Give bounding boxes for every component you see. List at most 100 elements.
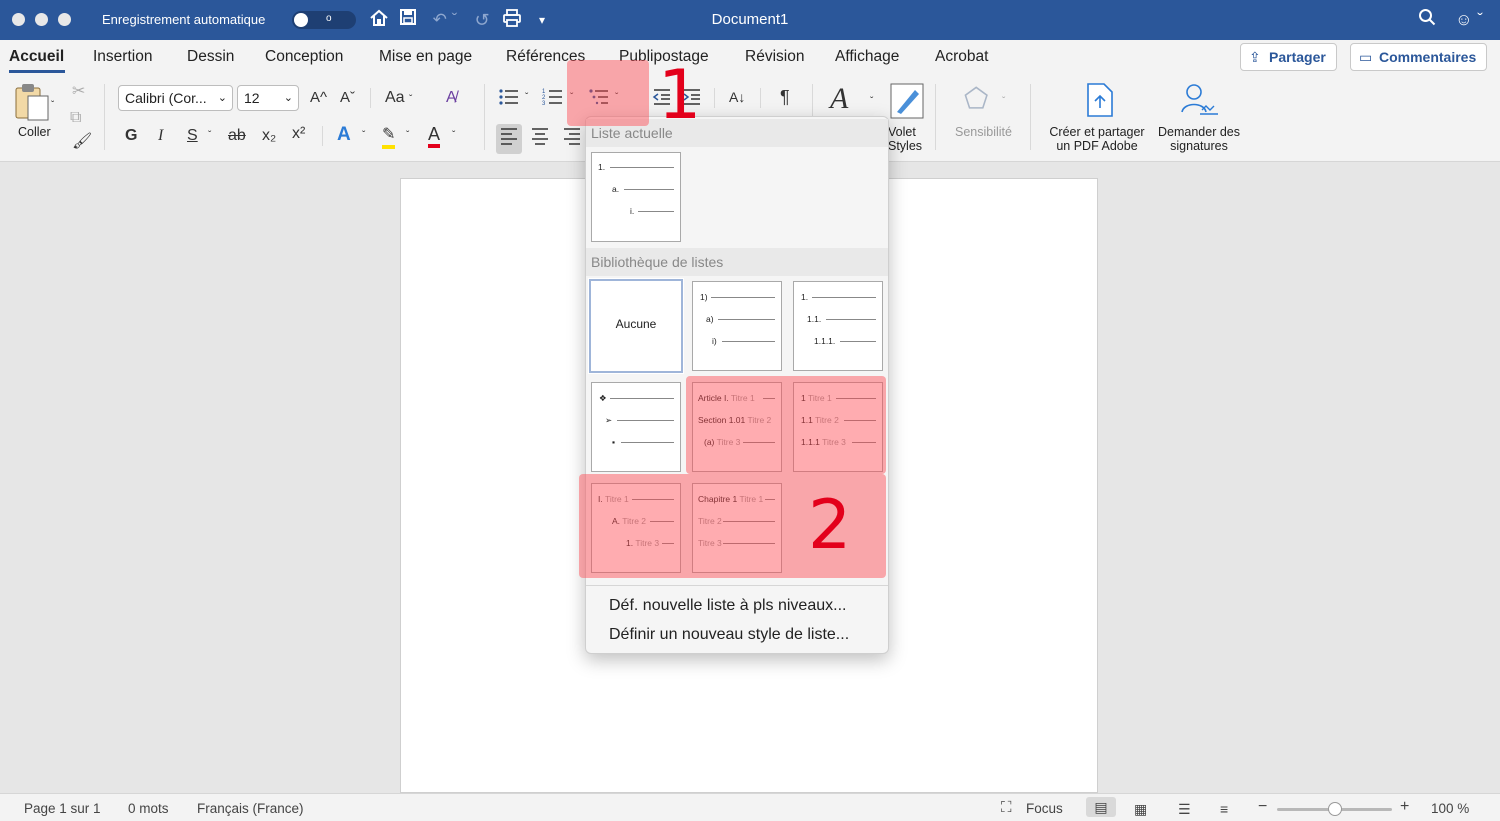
comments-label: Commentaires (1379, 49, 1477, 65)
zoom-out-button[interactable]: − (1258, 798, 1267, 816)
styles-pane-label-1: Volet (888, 125, 916, 139)
chevron-down-icon[interactable]: ˇ (1002, 92, 1005, 112)
sort-icon[interactable]: A↓ (729, 87, 745, 107)
separator (322, 126, 323, 146)
thumb-line (711, 297, 775, 298)
font-size-combo[interactable]: 12 ⌄ (237, 85, 299, 111)
tab-acrobat[interactable]: Acrobat (935, 48, 988, 66)
zoom-level[interactable]: 100 % (1431, 801, 1469, 816)
align-right-icon[interactable] (562, 126, 582, 152)
chevron-down-icon[interactable]: ˇ (870, 92, 873, 112)
cut-icon[interactable]: ✂ (72, 82, 85, 102)
separator (760, 88, 761, 108)
feedback-smiley-icon[interactable]: ☺ ˇ (1452, 8, 1486, 32)
subscript-button[interactable]: x₂ (262, 126, 276, 146)
share-label: Partager (1269, 49, 1326, 65)
tab-revision[interactable]: Révision (745, 48, 804, 66)
thumb-line (610, 167, 674, 168)
strikethrough-button[interactable]: ab (228, 126, 246, 146)
thumb-level-3: 1.1.1. (814, 336, 836, 346)
web-layout-icon[interactable]: ▦ (1134, 801, 1147, 818)
current-list-thumbnail[interactable]: 1. a. i. (591, 152, 681, 242)
focus-button[interactable]: Focus (1026, 801, 1063, 816)
underline-button[interactable]: S (187, 126, 198, 146)
chevron-down-icon[interactable]: ˇ (208, 126, 211, 146)
thumb-line (812, 297, 876, 298)
sensitivity-icon[interactable]: ⬠ (964, 82, 988, 116)
grow-font-button[interactable]: A^ (310, 88, 327, 108)
tab-mise-en-page[interactable]: Mise en page (379, 48, 472, 66)
list-none-option[interactable]: Aucune (588, 278, 684, 374)
list-bullets-option[interactable]: ❖ ➢ ▪ (591, 382, 681, 472)
chevron-down-icon[interactable]: ˇ (406, 126, 409, 146)
copy-icon[interactable]: ⧉ (70, 108, 81, 128)
separator (935, 84, 936, 150)
request-signature-icon[interactable] (1180, 82, 1220, 124)
highlight-library-row-2 (686, 376, 886, 474)
highlight-icon[interactable]: ✎ (382, 125, 396, 149)
word-count[interactable]: 0 mots (128, 801, 169, 816)
change-case-label: Aa (385, 89, 405, 106)
outline-view-icon[interactable]: ☰ (1178, 801, 1191, 818)
print-layout-icon[interactable]: ▤ (1086, 797, 1116, 817)
paste-label: Coller (18, 125, 51, 139)
zoom-slider-thumb[interactable] (1327, 802, 1342, 816)
draft-view-icon[interactable]: ≡ (1220, 801, 1228, 817)
chevron-down-icon[interactable]: ˇ (525, 88, 528, 108)
bullets-icon[interactable] (498, 87, 520, 113)
numbering-icon[interactable]: 123 (542, 87, 564, 113)
separator (104, 84, 105, 150)
change-case-button[interactable]: Aa ˇ (385, 88, 412, 110)
chevron-down-icon: ˇ (409, 94, 413, 105)
bold-button[interactable]: G (125, 126, 137, 146)
align-center-icon[interactable] (530, 126, 550, 152)
list-library-header: Bibliothèque de listes (586, 248, 888, 276)
thumb-level-3: ▪ (612, 437, 616, 447)
italic-button[interactable]: I (158, 126, 163, 146)
format-painter-icon[interactable]: 🖌 (72, 132, 92, 152)
clear-formatting-icon[interactable]: A̸ (446, 88, 457, 108)
thumb-level-2: a. (612, 184, 620, 194)
search-icon[interactable] (1415, 8, 1439, 32)
tab-accueil[interactable]: Accueil (9, 48, 64, 66)
share-button[interactable]: ⇪ Partager (1240, 43, 1337, 71)
tab-dessin[interactable]: Dessin (187, 48, 234, 66)
show-formatting-marks-icon[interactable]: ¶ (780, 87, 790, 107)
list-decimal-option[interactable]: 1. 1.1. 1.1.1. (793, 281, 883, 371)
chevron-down-icon[interactable]: ˇ (452, 126, 455, 146)
list-paren-option[interactable]: 1) a) i) (692, 281, 782, 371)
thumb-line (718, 319, 775, 320)
font-name-combo[interactable]: Calibri (Cor... ⌄ (118, 85, 233, 111)
define-new-list-style[interactable]: Définir un nouveau style de liste... (609, 626, 849, 644)
text-effects-button[interactable]: A (337, 125, 351, 145)
annotation-marker-2: 2 (808, 486, 852, 565)
focus-icon[interactable]: ⛶ (1001, 799, 1012, 816)
shrink-font-button[interactable]: Aˇ (340, 88, 355, 108)
language-indicator[interactable]: Français (France) (197, 801, 304, 816)
paste-button[interactable]: ˇ (14, 82, 55, 130)
chevron-down-icon[interactable]: ˇ (362, 126, 365, 146)
page-count[interactable]: Page 1 sur 1 (24, 801, 101, 816)
font-color-button[interactable]: A (428, 124, 441, 148)
superscript-button[interactable]: x² (292, 124, 305, 144)
define-new-multilevel-list[interactable]: Déf. nouvelle liste à pls niveaux... (609, 597, 846, 615)
align-left-icon[interactable] (496, 124, 522, 154)
styles-pane-icon[interactable] (889, 82, 925, 126)
tab-affichage[interactable]: Affichage (835, 48, 899, 66)
thumb-level-1: 1. (801, 292, 809, 302)
create-pdf-icon[interactable] (1084, 82, 1116, 124)
svg-text:3: 3 (542, 101, 546, 107)
list-none-label: Aucune (615, 317, 657, 331)
thumb-level-1: ❖ (599, 393, 607, 403)
create-pdf-label-1: Créer et partager (1049, 125, 1145, 139)
create-pdf-label-2: un PDF Adobe (1056, 139, 1138, 153)
styles-gallery-icon[interactable]: A (830, 82, 848, 116)
tab-conception[interactable]: Conception (265, 48, 343, 66)
thumb-line (722, 341, 775, 342)
tab-insertion[interactable]: Insertion (93, 48, 152, 66)
zoom-in-button[interactable]: + (1400, 798, 1409, 816)
comment-icon: ▭ (1359, 49, 1373, 65)
separator (1030, 84, 1031, 150)
menu-separator (586, 585, 888, 586)
comments-button[interactable]: ▭ Commentaires (1350, 43, 1488, 71)
